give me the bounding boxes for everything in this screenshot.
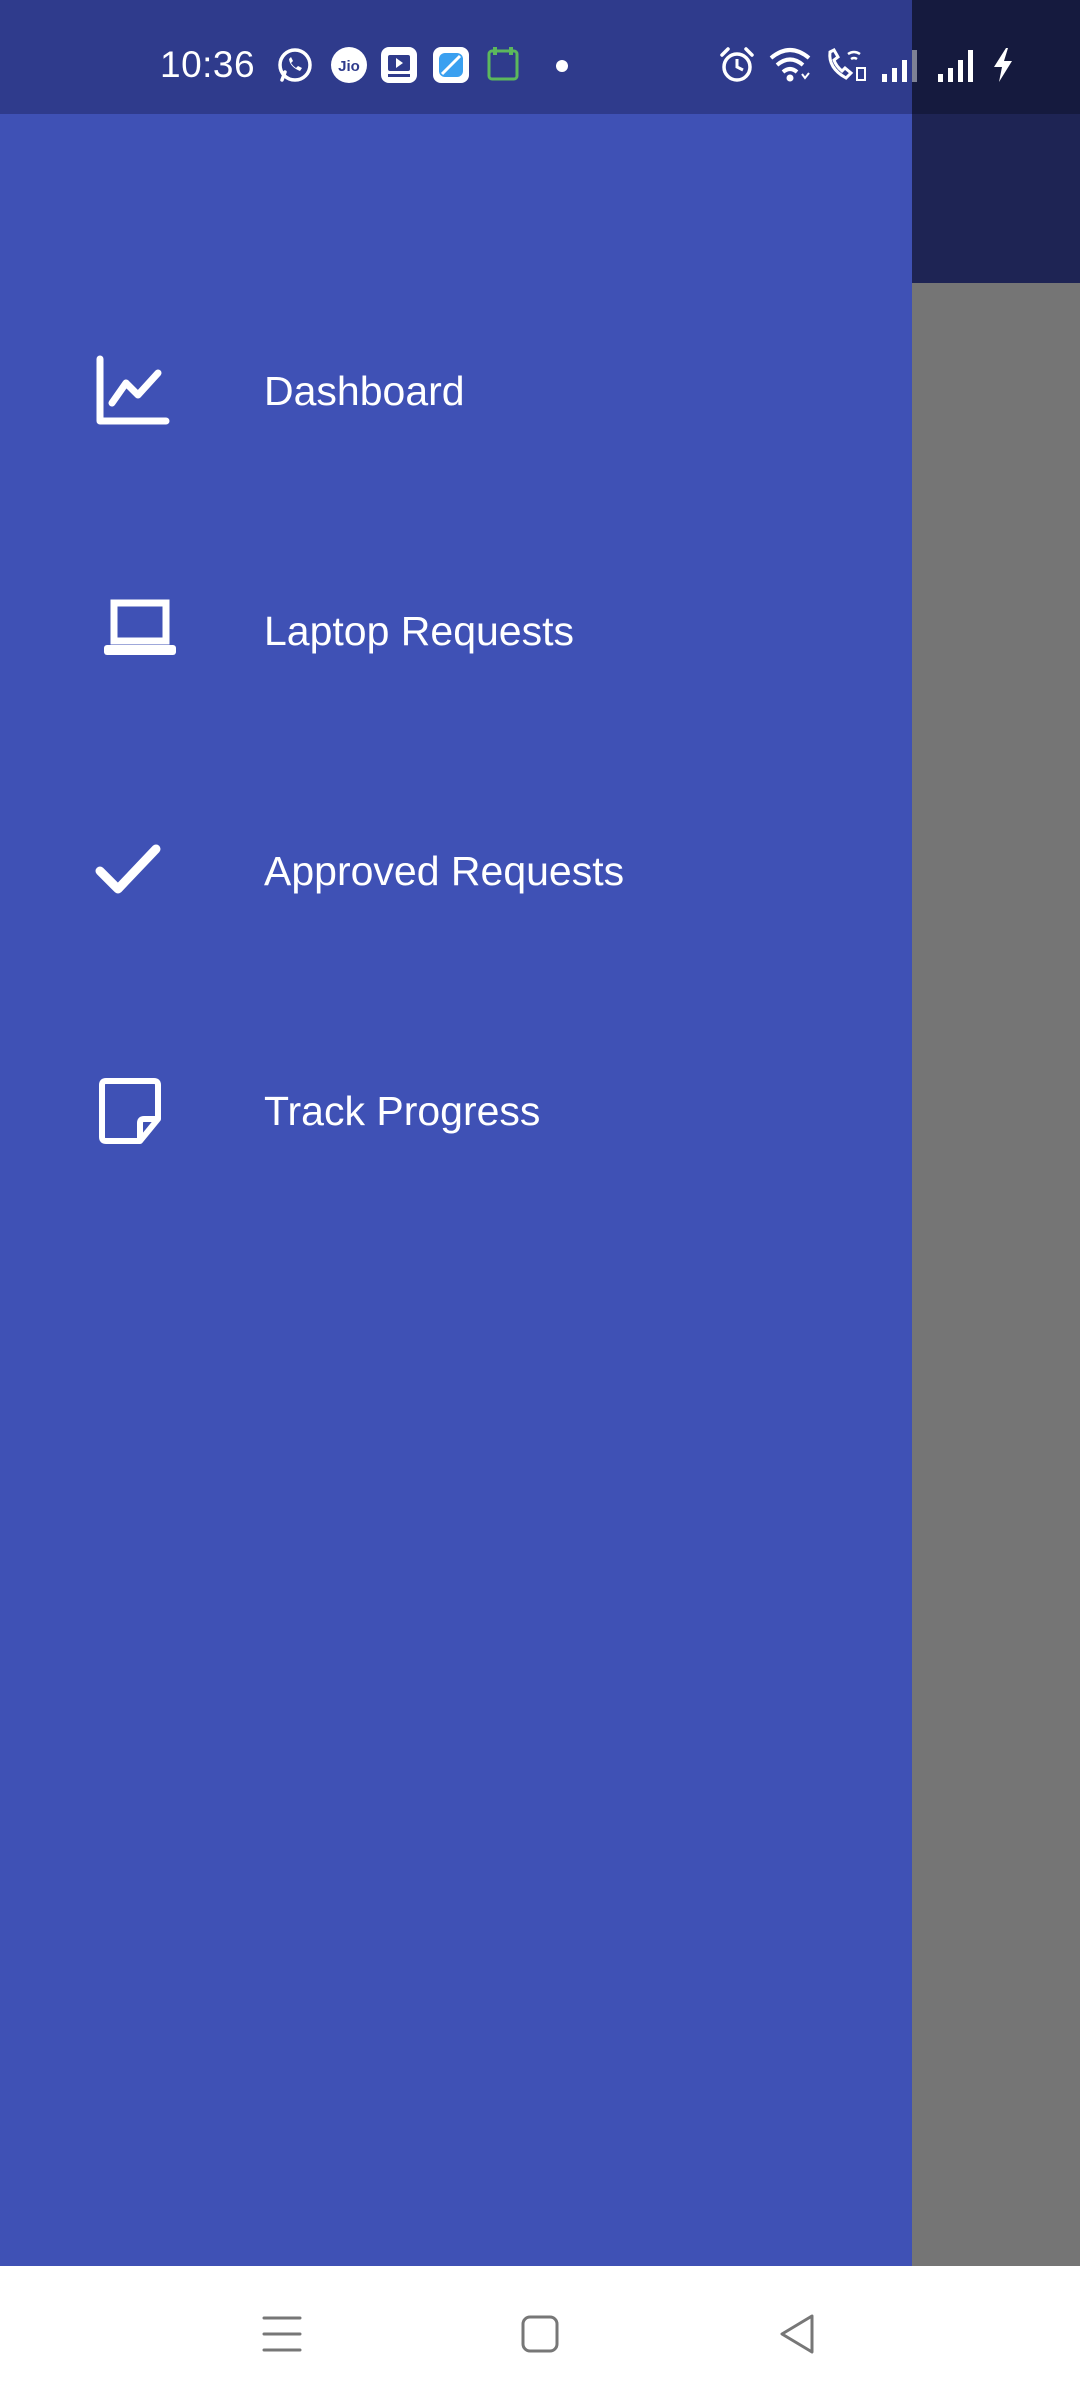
drawer-item-label: Approved Requests [264,848,625,894]
jio-icon: Jio [331,47,367,83]
status-bar: 10:36 Jio [0,0,1080,114]
home-icon[interactable] [514,2308,566,2360]
whatsapp-icon [278,48,312,82]
wifi-icon [769,48,811,82]
laptop-icon [104,599,176,655]
drawer-item-label: Laptop Requests [264,608,575,654]
wifi-call-icon [828,48,866,81]
signal-icon [882,50,917,82]
app-icon [433,47,469,83]
line-chart-icon [96,355,170,425]
status-time: 10:36 [160,44,256,85]
drawer-item-laptop-requests[interactable]: Laptop Requests [0,556,912,706]
dot-icon [556,60,568,72]
charging-icon [994,48,1012,82]
back-icon[interactable] [772,2308,824,2360]
drawer-item-track-progress[interactable]: Track Progress [0,1036,912,1186]
note-icon [99,1078,161,1144]
drawer-item-dashboard[interactable]: Dashboard [0,316,912,466]
youtube-icon [381,47,417,83]
jio-text: Jio [338,58,360,75]
signal-icon [938,50,973,82]
drawer-item-label: Dashboard [264,368,465,414]
alarm-icon [720,47,754,82]
notes-icon [487,47,519,81]
navigation-drawer: Dashboard Laptop Requests Approved Reque… [0,0,912,2266]
check-icon [95,844,161,894]
system-nav-bar [0,2266,1080,2400]
menu-icon[interactable] [256,2308,308,2360]
drawer-item-label: Track Progress [264,1088,541,1134]
drawer-item-approved-requests[interactable]: Approved Requests [0,796,912,946]
